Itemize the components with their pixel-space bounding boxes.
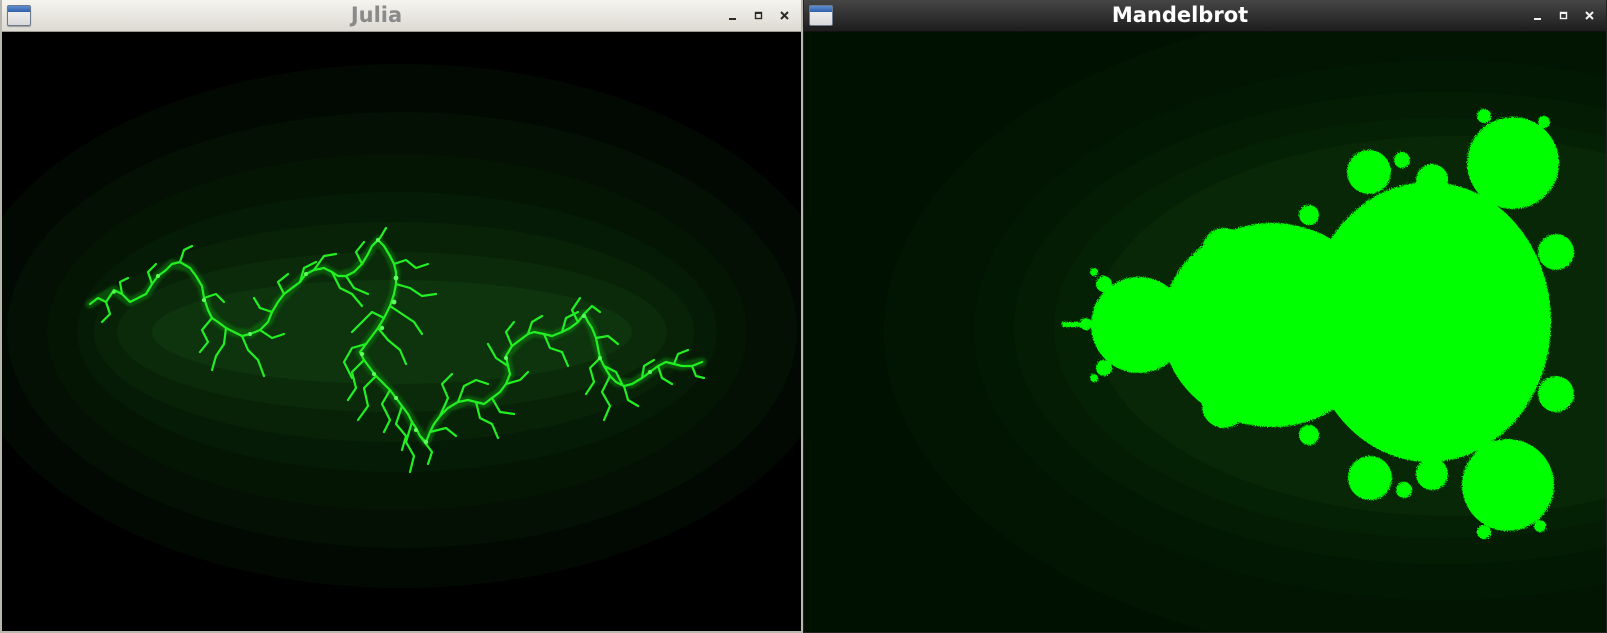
window-app-icon[interactable] bbox=[7, 5, 31, 26]
mandelbrot-titlebar[interactable]: Mandelbrot bbox=[804, 0, 1606, 32]
close-icon[interactable] bbox=[773, 7, 795, 25]
minimize-icon[interactable] bbox=[1526, 7, 1548, 25]
julia-titlebar[interactable]: Julia bbox=[2, 0, 801, 32]
mandelbrot-fractal-render bbox=[804, 32, 1606, 632]
window-title: Mandelbrot bbox=[1111, 3, 1249, 27]
window-app-icon[interactable] bbox=[809, 5, 833, 26]
close-icon[interactable] bbox=[1578, 7, 1600, 25]
window-controls bbox=[721, 7, 795, 25]
julia-canvas[interactable] bbox=[2, 32, 801, 631]
window-controls bbox=[1526, 7, 1600, 25]
mandelbrot-canvas[interactable] bbox=[804, 32, 1606, 632]
julia-window[interactable]: Julia bbox=[0, 0, 803, 633]
julia-fractal-render bbox=[2, 32, 801, 631]
julia-escape-bands bbox=[2, 64, 801, 588]
minimize-icon[interactable] bbox=[721, 7, 743, 25]
maximize-icon[interactable] bbox=[747, 7, 769, 25]
window-title: Julia bbox=[350, 3, 403, 27]
mandelbrot-window[interactable]: Mandelbrot bbox=[803, 0, 1607, 633]
maximize-icon[interactable] bbox=[1552, 7, 1574, 25]
